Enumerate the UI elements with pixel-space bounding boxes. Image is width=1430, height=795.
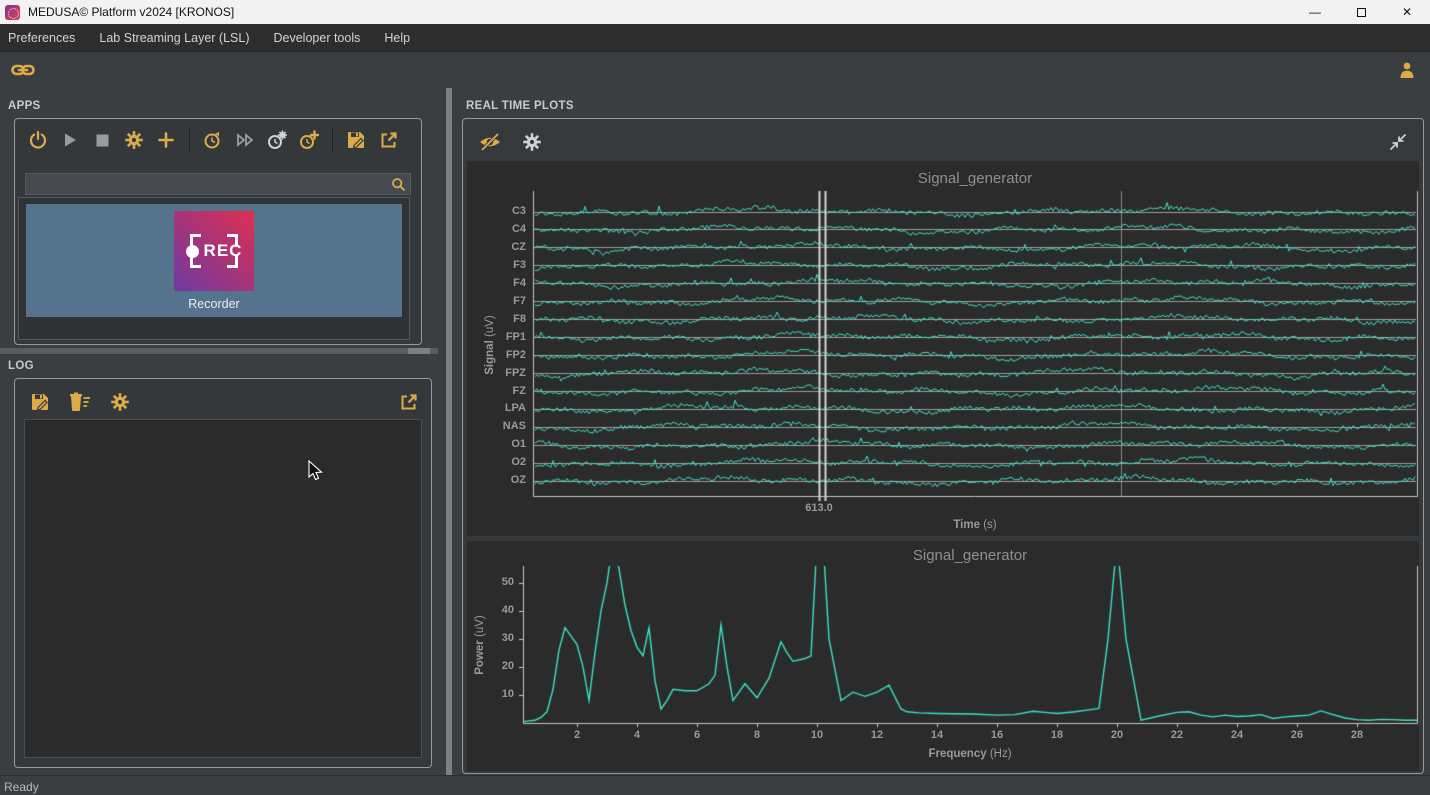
psd-xtick-20: 20 — [1102, 729, 1132, 742]
search-icon — [386, 174, 410, 194]
log-toolbar — [25, 387, 135, 417]
psd-xtick-18: 18 — [1042, 729, 1072, 742]
collapse-icon[interactable] — [1383, 127, 1413, 157]
eeg-channel-label-lpa: LPA — [467, 402, 526, 415]
psd-xtick-12: 12 — [862, 729, 892, 742]
save-config-icon[interactable] — [341, 125, 371, 155]
eeg-channel-label-fp2: FP2 — [467, 349, 526, 362]
eeg-channel-label-f3: F3 — [467, 259, 526, 272]
psd-ytick-20: 20 — [467, 660, 514, 673]
eeg-plot-widget: Signal_generator Signal (uV) C3C4CZF3F4F… — [467, 161, 1419, 536]
menu-lsl[interactable]: Lab Streaming Layer (LSL) — [87, 24, 261, 52]
power-icon[interactable] — [23, 125, 53, 155]
open-external-icon[interactable] — [373, 125, 403, 155]
psd-xtick-24: 24 — [1222, 729, 1252, 742]
apps-search-box — [25, 173, 411, 195]
app-name-label: Recorder — [188, 297, 239, 311]
eeg-channel-label-fz: FZ — [467, 385, 526, 398]
log-open-external-icon[interactable] — [393, 387, 423, 417]
apps-panel-title: APPS — [8, 100, 41, 112]
save-log-icon[interactable] — [25, 387, 55, 417]
plots-toolbar — [475, 127, 547, 157]
menu-developer-tools[interactable]: Developer tools — [262, 24, 373, 52]
psd-xtick-28: 28 — [1342, 729, 1372, 742]
menu-help[interactable]: Help — [372, 24, 422, 52]
apps-search-input[interactable] — [26, 177, 386, 191]
log-gear-icon[interactable] — [105, 387, 135, 417]
psd-xtick-6: 6 — [682, 729, 712, 742]
menubar: Preferences Lab Streaming Layer (LSL) De… — [0, 24, 1430, 52]
log-content — [24, 419, 422, 758]
maximize-icon — [1357, 8, 1366, 17]
psd-xtick-14: 14 — [922, 729, 952, 742]
psd-ytick-50: 50 — [467, 576, 514, 589]
eeg-channel-label-o1: O1 — [467, 438, 526, 451]
psd-xtick-10: 10 — [802, 729, 832, 742]
eeg-channel-label-c4: C4 — [467, 223, 526, 236]
schedule-settings-icon[interactable] — [262, 125, 292, 155]
psd-ytick-10: 10 — [467, 688, 514, 701]
vertical-splitter[interactable] — [446, 88, 452, 775]
psd-xtick-22: 22 — [1162, 729, 1192, 742]
plots-panel: Signal_generator Signal (uV) C3C4CZF3F4F… — [462, 118, 1424, 774]
eeg-channel-label-fpz: FPZ — [467, 367, 526, 380]
gear-icon[interactable] — [119, 125, 149, 155]
psd-ytick-40: 40 — [467, 604, 514, 617]
lsl-link-icon[interactable] — [8, 55, 38, 85]
horizontal-splitter[interactable] — [0, 348, 438, 354]
schedule-run-icon[interactable] — [198, 125, 228, 155]
toolbar-separator — [332, 127, 333, 153]
fast-forward-icon[interactable] — [230, 125, 260, 155]
stop-icon[interactable] — [87, 125, 117, 155]
toolbar-separator — [189, 127, 190, 153]
plus-icon[interactable] — [151, 125, 181, 155]
apps-panel: REC Recorder — [14, 118, 422, 345]
eeg-channel-label-fp1: FP1 — [467, 331, 526, 344]
schedule-add-icon[interactable] — [294, 125, 324, 155]
status-text: Ready — [4, 780, 39, 794]
eeg-xlabel: Time (s) — [533, 519, 1417, 531]
psd-xtick-8: 8 — [742, 729, 772, 742]
titlebar: MEDUSA© Platform v2024 [KRONOS] — ✕ — [0, 0, 1430, 24]
apps-list: REC Recorder — [18, 197, 410, 340]
statusbar: Ready — [0, 775, 1430, 795]
eeg-channel-label-f4: F4 — [467, 277, 526, 290]
recorder-app-icon: REC — [174, 211, 254, 291]
log-panel-title: LOG — [8, 360, 34, 372]
eeg-channel-label-o2: O2 — [467, 456, 526, 469]
eeg-channel-label-cz: CZ — [467, 241, 526, 254]
eeg-channel-label-f7: F7 — [467, 295, 526, 308]
psd-plot-title: Signal_generator — [523, 547, 1417, 564]
clear-log-icon[interactable] — [65, 387, 95, 417]
top-toolbar — [0, 52, 1430, 88]
eeg-xtick-label: 613.0 — [793, 502, 845, 515]
play-icon[interactable] — [55, 125, 85, 155]
psd-xlabel: Frequency (Hz) — [523, 748, 1417, 760]
eeg-channel-label-nas: NAS — [467, 420, 526, 433]
close-button[interactable]: ✕ — [1384, 0, 1430, 24]
plots-panel-title: REAL TIME PLOTS — [466, 100, 574, 112]
eeg-plot-title: Signal_generator — [533, 170, 1417, 187]
plots-gear-icon[interactable] — [517, 127, 547, 157]
app-tile-recorder[interactable]: REC Recorder — [26, 204, 402, 317]
apps-toolbar — [23, 125, 403, 155]
profile-icon[interactable] — [1392, 55, 1422, 85]
eeg-plot-canvas — [467, 161, 1421, 536]
hide-plots-icon[interactable] — [475, 127, 505, 157]
app-logo-icon — [5, 5, 20, 20]
psd-xtick-4: 4 — [622, 729, 652, 742]
window-title: MEDUSA© Platform v2024 [KRONOS] — [28, 5, 234, 19]
eeg-channel-label-c3: C3 — [467, 205, 526, 218]
psd-ytick-30: 30 — [467, 632, 514, 645]
minimize-button[interactable]: — — [1292, 0, 1338, 24]
eeg-channel-label-f8: F8 — [467, 313, 526, 326]
psd-xtick-16: 16 — [982, 729, 1012, 742]
eeg-channel-label-oz: OZ — [467, 474, 526, 487]
log-panel — [14, 378, 432, 768]
psd-plot-widget: Signal_generator Power (uV) 1020304050 2… — [467, 541, 1419, 771]
psd-xtick-2: 2 — [562, 729, 592, 742]
menu-preferences[interactable]: Preferences — [0, 24, 87, 52]
psd-xtick-26: 26 — [1282, 729, 1312, 742]
maximize-button[interactable] — [1338, 0, 1384, 24]
